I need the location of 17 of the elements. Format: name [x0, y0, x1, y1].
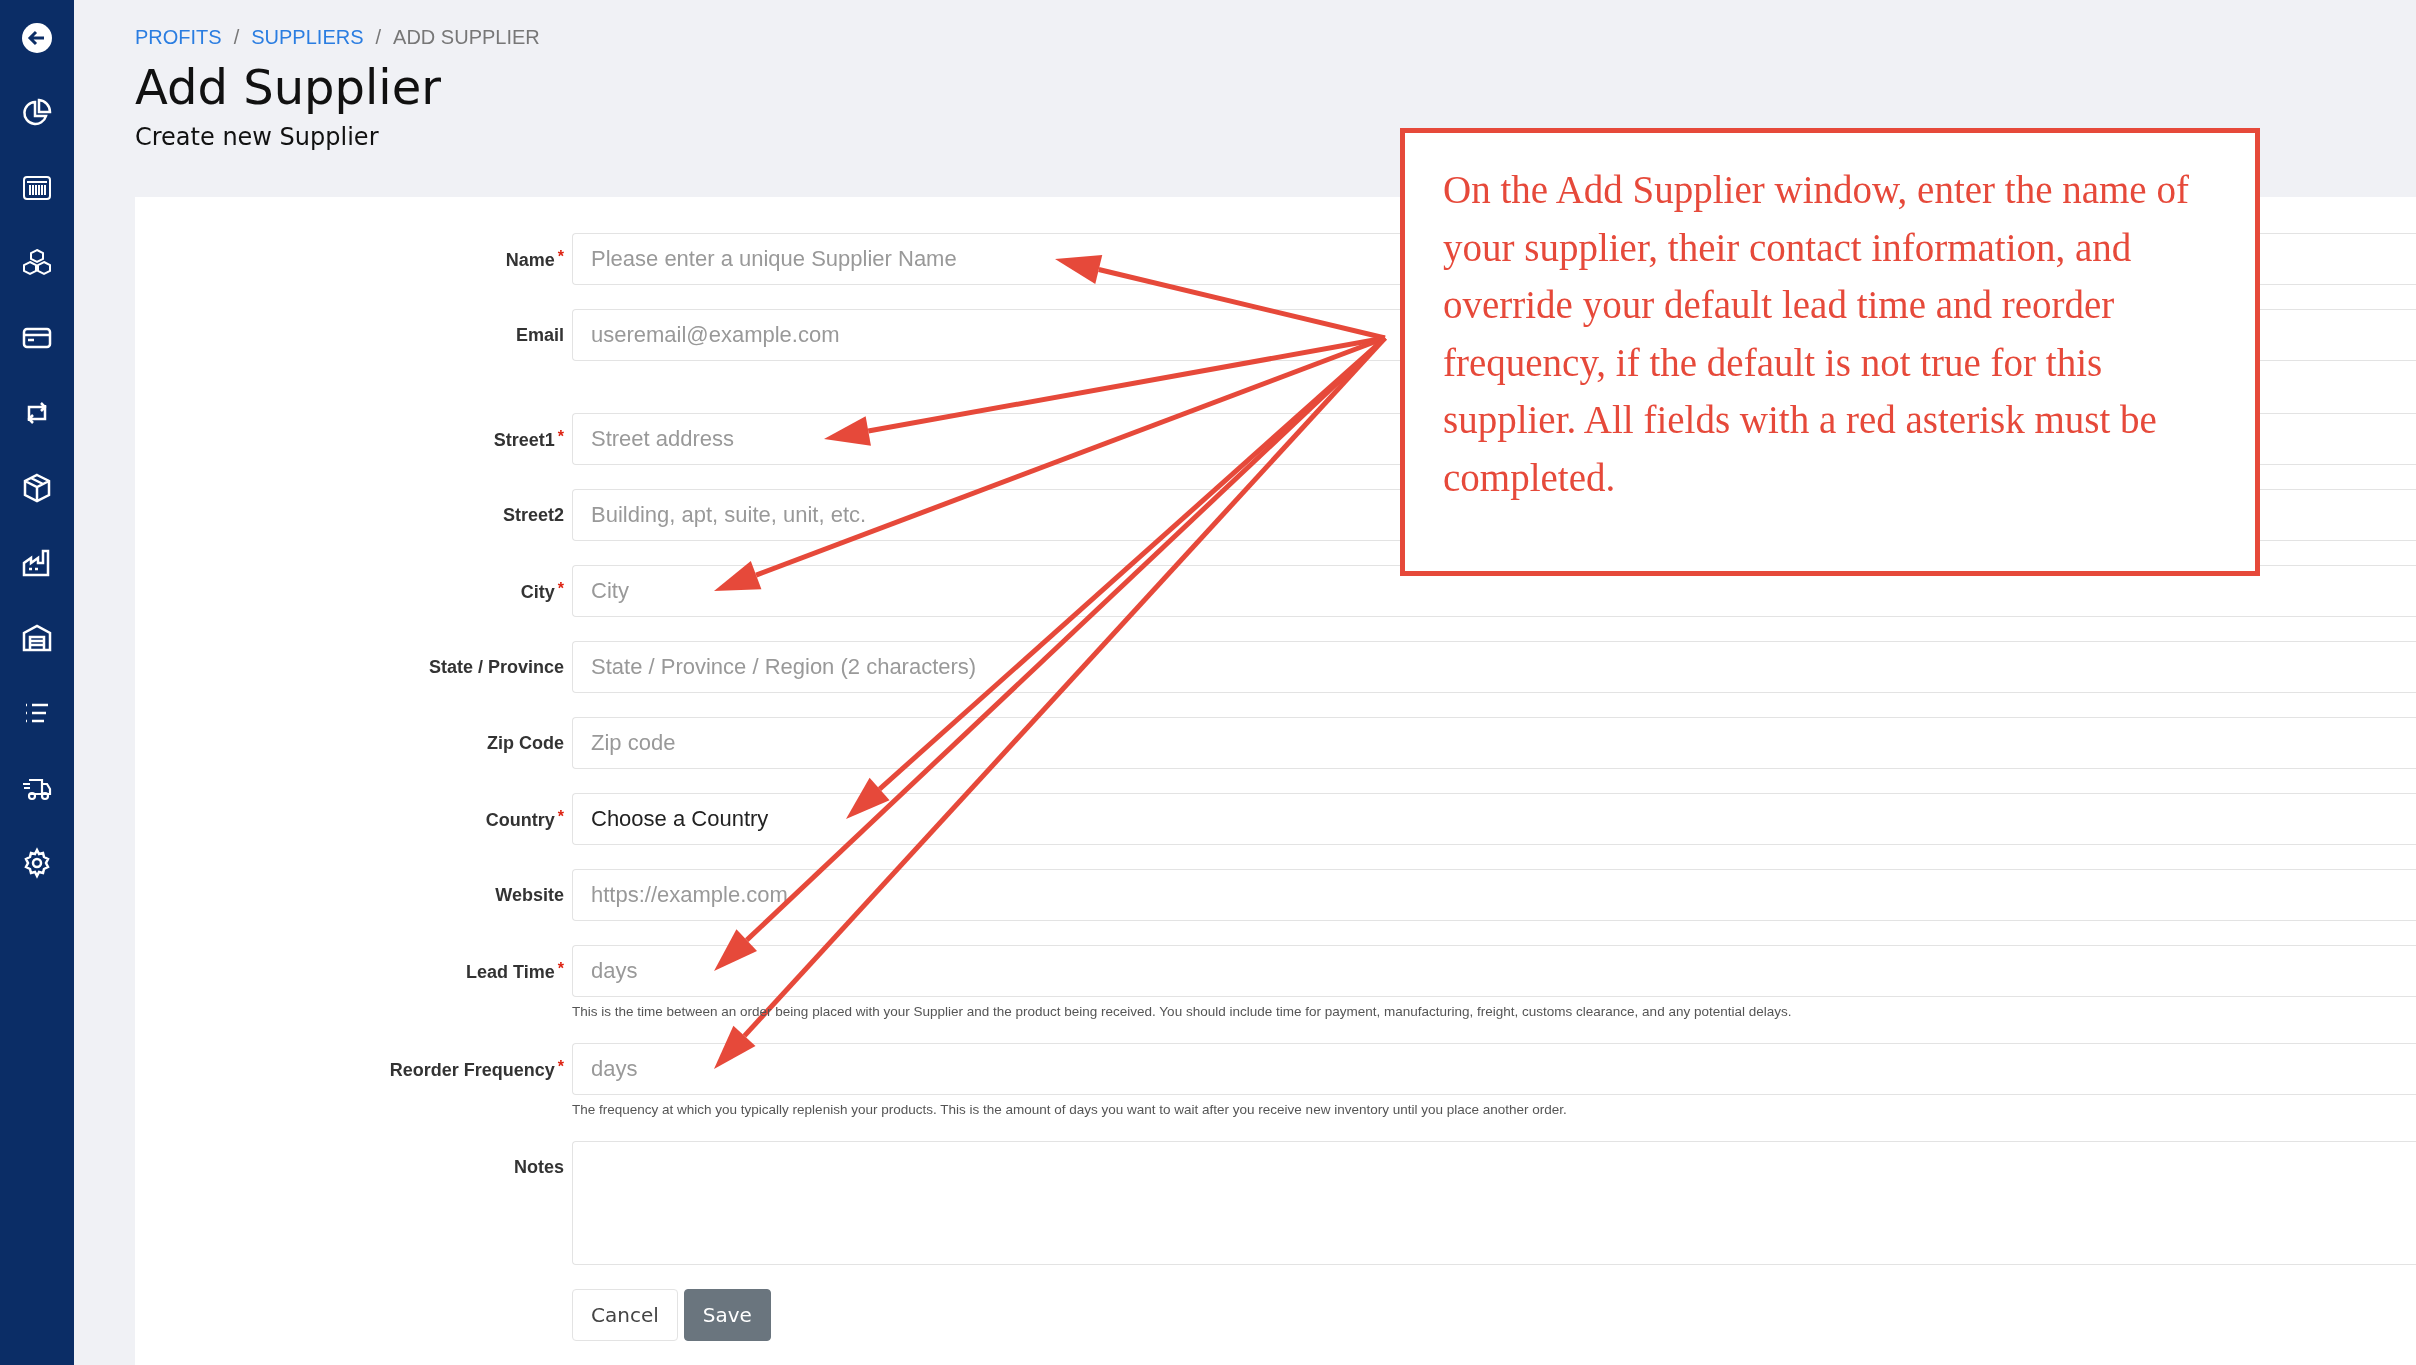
- field-label: State / Province: [428, 656, 564, 678]
- breadcrumb-separator: /: [233, 26, 240, 49]
- field-label: Name $^{*}$: [505, 247, 564, 271]
- help-text: The frequency at which you typically replenish your products. This is the amount of days you want to wait after you receive new inventory until you place another order.: [572, 1102, 1568, 1117]
- field-label: Reorder Frequency $^{*}$: [389, 1057, 564, 1081]
- field-label: City $^{*}$: [520, 579, 564, 603]
- page-subtitle: Create new Supplier: [135, 123, 380, 151]
- field-label: Street1 $^{*}$: [493, 427, 564, 451]
- field-label: Lead Time $^{*}$: [466, 959, 564, 983]
- page-title: Add Supplier: [135, 59, 442, 115]
- field-label: Zip Code: [487, 732, 564, 754]
- field-label: Email: [515, 324, 564, 346]
- field-label: Website: [495, 884, 564, 906]
- field-label: Notes: [514, 1156, 564, 1178]
- breadcrumb-separator: /: [375, 26, 382, 49]
- field-label: Country $^{*}$: [485, 807, 564, 831]
- field-label: Street2: [502, 504, 564, 526]
